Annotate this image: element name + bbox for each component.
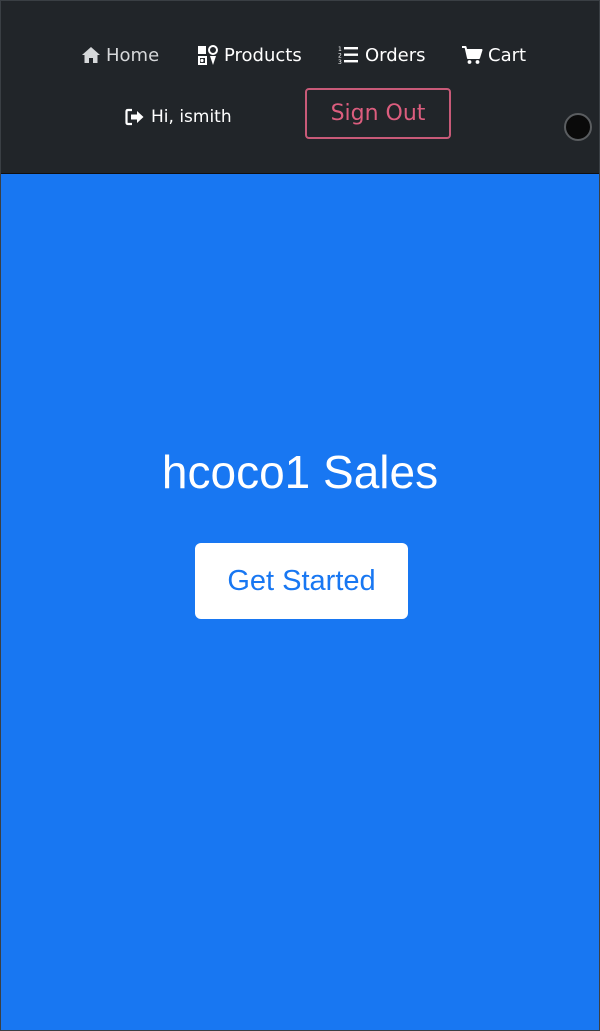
hero-title: hcoco1 Sales: [161, 446, 439, 498]
theme-toggle[interactable]: [564, 113, 592, 141]
svg-text:3: 3: [338, 59, 342, 65]
home-icon: [82, 47, 100, 63]
nav-products-link[interactable]: Products: [197, 43, 302, 67]
nav-products-label: Products: [224, 44, 302, 66]
nav-home-label: Home: [106, 44, 160, 66]
top-navbar: Home Products 1 2 3 Orders Cart Hi, ismi…: [1, 1, 599, 174]
nav-orders-link[interactable]: 1 2 3 Orders: [338, 43, 426, 67]
nav-home-link[interactable]: Home: [81, 43, 159, 67]
products-icon: [198, 45, 218, 65]
user-greeting: Hi, ismith: [125, 105, 232, 129]
sign-out-button[interactable]: Sign Out: [305, 88, 451, 139]
hero-section: hcoco1 Sales Get Started: [1, 174, 599, 1030]
cart-icon: [462, 46, 483, 64]
nav-cart-link[interactable]: Cart: [461, 43, 526, 67]
nav-orders-label: Orders: [365, 44, 426, 66]
nav-cart-label: Cart: [488, 44, 527, 66]
app-window: Home Products 1 2 3 Orders Cart Hi, ismi…: [0, 0, 600, 1031]
orders-list-icon: 1 2 3: [338, 46, 358, 65]
user-greeting-text: Hi, ismith: [151, 107, 232, 127]
get-started-button[interactable]: Get Started: [195, 543, 408, 619]
sign-in-icon: [125, 108, 144, 126]
